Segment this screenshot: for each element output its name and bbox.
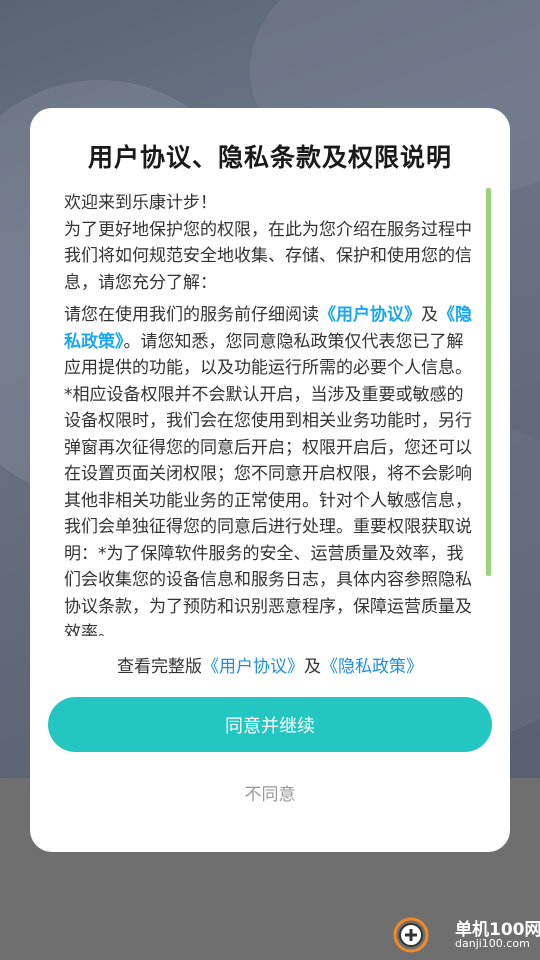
full-version-line: 查看完整版《用户协议》及《隐私政策》 [30,652,510,677]
disagree-button[interactable]: 不同意 [220,780,320,810]
watermark: 单机100网 danji100.com [393,913,540,957]
dialog-title: 用户协议、隐私条款及权限说明 [87,143,452,172]
and-text: 及 [421,305,438,325]
full-version-prefix: 查看完整版 [117,657,202,677]
read-prefix-text: 请您在使用我们的服务前仔细阅读 [64,305,319,325]
watermark-logo-icon [393,917,429,953]
footer-user-agreement-link[interactable]: 《用户协议》 [202,657,304,677]
content-scrollbar[interactable] [486,188,491,576]
welcome-text: 欢迎来到乐康计步！ [64,193,217,213]
read-agreement-paragraph: 请您在使用我们的服务前仔细阅读《用户协议》及《隐私政策》。请您知悉，您同意隐私政… [64,302,476,382]
intro-text: 为了更好地保护您的权限，在此为您介绍在服务过程中我们将如何规范安全地收集、存储、… [64,219,472,293]
watermark-domain: danji100.com [455,937,530,950]
agree-continue-button[interactable]: 同意并继续 [48,697,492,752]
read-suffix-text: 。请您知悉，您同意隐私政策仅代表您已了解应用提供的功能，以及功能运行所需的必要个… [64,331,472,379]
footer-and-text: 及 [304,657,321,677]
permission-text: *相应设备权限并不会默认开启，当涉及重要或敏感的设备权限时，我们会在您使用到相关… [64,384,472,637]
privacy-dialog: 用户协议、隐私条款及权限说明 欢迎来到乐康计步！ 为了更好地保护您的权限，在此为… [30,108,510,852]
user-agreement-link[interactable]: 《用户协议》 [319,305,421,325]
agreement-content-scroll[interactable]: 欢迎来到乐康计步！ 为了更好地保护您的权限，在此为您介绍在服务过程中我们将如何规… [64,190,476,636]
footer-privacy-policy-link[interactable]: 《隐私政策》 [321,657,423,677]
